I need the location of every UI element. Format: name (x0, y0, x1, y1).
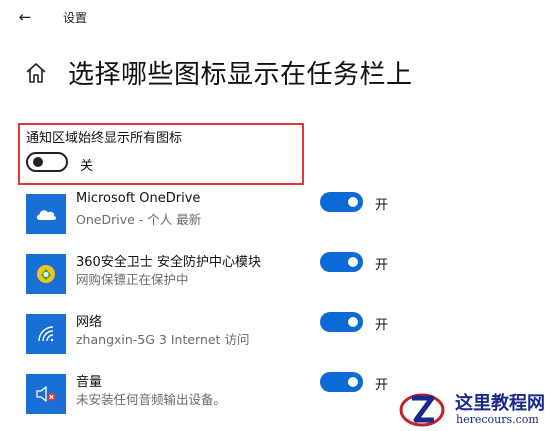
app-row-network: 网络 zhangxin-5G 3 Internet 访问 开 (0, 310, 545, 368)
app-toggle[interactable] (320, 312, 363, 332)
app-toggle-state: 开 (375, 198, 389, 213)
app-toggle-state: 开 (375, 318, 389, 333)
app-name: 360安全卫士 安全防护中心模块 (76, 255, 261, 270)
app-toggle[interactable] (320, 252, 363, 272)
toggle-knob (348, 317, 358, 327)
title-bar: ← 设置 (0, 0, 545, 34)
back-arrow-icon: ← (18, 8, 32, 26)
app-toggle[interactable] (320, 372, 363, 392)
app-toggle[interactable] (320, 192, 363, 212)
app-toggle-state: 开 (375, 378, 389, 393)
toggle-knob (33, 157, 43, 167)
app-title: 设置 (63, 11, 88, 25)
app-name: 网络 (76, 315, 103, 330)
toggle-knob (348, 377, 358, 387)
toggle-knob (348, 197, 358, 207)
watermark-url: herecours.com (456, 413, 539, 426)
always-show-state: 关 (80, 159, 94, 174)
app-status: zhangxin-5G 3 Internet 访问 (76, 332, 250, 347)
app-name: Microsoft OneDrive (76, 191, 201, 206)
back-button[interactable]: ← (14, 6, 36, 28)
app-toggle-state: 开 (375, 258, 389, 273)
app-status: 未安装任何音频输出设备。 (76, 392, 227, 407)
shield-360-icon (26, 254, 66, 294)
watermark-logo-icon (399, 393, 445, 427)
speaker-muted-icon (26, 374, 66, 414)
watermark: 这里教程网 herecours.com (398, 386, 545, 431)
always-show-toggle[interactable] (26, 152, 68, 172)
page-title: 选择哪些图标显示在任务栏上 (68, 60, 413, 90)
toggle-knob (348, 257, 358, 267)
watermark-title: 这里教程网 (455, 393, 545, 414)
wifi-icon (26, 314, 66, 354)
app-status: 网购保镖正在保护中 (76, 272, 189, 287)
onedrive-icon (26, 194, 66, 234)
app-status: OneDrive - 个人 最新 (76, 212, 202, 227)
app-name: 音量 (76, 375, 103, 390)
home-icon[interactable] (24, 61, 48, 85)
always-show-label: 通知区域始终显示所有图标 (26, 131, 183, 146)
app-row-onedrive: Microsoft OneDrive OneDrive - 个人 最新 开 (0, 190, 545, 248)
app-row-360: 360安全卫士 安全防护中心模块 网购保镖正在保护中 开 (0, 250, 545, 308)
